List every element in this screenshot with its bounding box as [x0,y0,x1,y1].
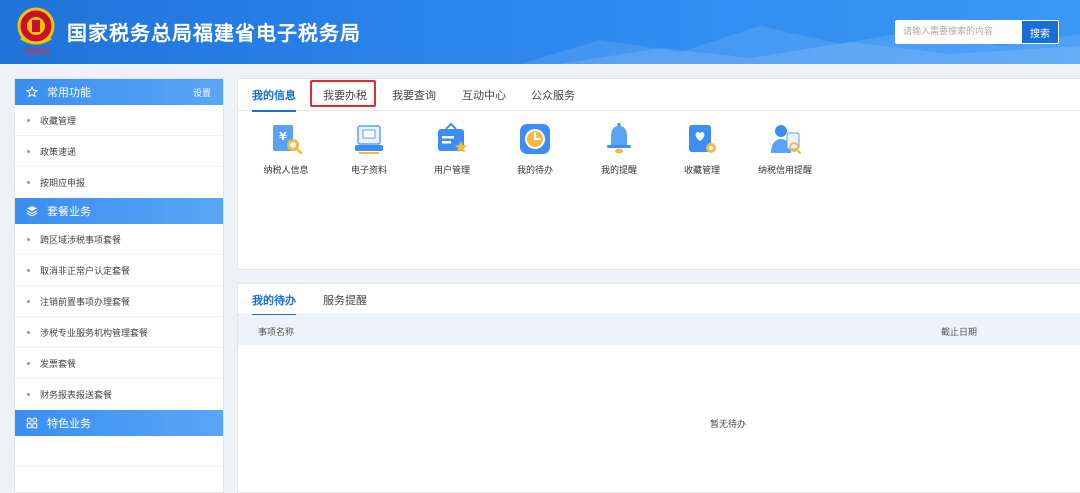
func-label: 用户管理 [433,166,470,176]
site-title: 国家税务总局福建省电子税务局 [67,21,361,45]
sidebar-item-deregistration[interactable]: 注销前置事项办理套餐 [15,286,223,317]
func-user-management[interactable]: 用户管理 [412,121,492,176]
sidebar-item-label: 取消非正常户认定套餐 [40,266,131,277]
svg-text:中国税务: 中国税务 [22,48,51,56]
sidebar-section-title: 套餐业务 [47,205,91,218]
sidebar-item-cancel-abnormal[interactable]: 取消非正常户认定套餐 [15,255,223,286]
sidebar-item-label: 注销前置事项办理套餐 [40,297,131,308]
tab-my-todo[interactable]: 我的待办 [252,284,296,316]
highlight-box [310,80,376,107]
column-item-name: 事项名称 [258,328,295,338]
func-label: 电子资料 [350,166,387,176]
bullet-icon [27,299,30,303]
user-management-icon [438,122,467,153]
func-taxpayer-info[interactable]: ¥ 纳税人信息 [246,121,326,176]
sidebar-item-financial-report[interactable]: 财务报表报送套餐 [15,379,223,410]
bullet-icon [27,268,30,272]
column-deadline: 截止日期 [941,328,978,338]
settings-link[interactable]: 设置 [193,86,211,99]
sidebar-item-label: 跨区域涉税事项套餐 [40,235,122,246]
search-button[interactable]: 搜索 [1021,20,1059,44]
tab-my-info[interactable]: 我的信息 [252,79,296,112]
search-input[interactable] [895,20,1021,44]
bullet-icon [27,361,30,365]
star-outline-icon [25,85,39,99]
bullet-icon [27,330,30,334]
sidebar-item-label: 政策速递 [40,147,77,158]
sidebar-item-label: 财务报表报送套餐 [40,391,113,401]
svg-text:¥: ¥ [279,130,287,143]
site-header: 中国税务 国家税务总局福建省电子税务局 搜索 [0,0,1080,64]
credit-reminder-icon [771,125,801,154]
bullet-icon [27,237,30,241]
sidebar-item-label: 收藏管理 [40,116,77,127]
sidebar-empty-row [15,436,223,467]
func-label: 我的提醒 [600,166,637,176]
sidebar-section-featured[interactable]: 特色业务 [15,410,223,436]
sidebar-item-service-agency[interactable]: 涉税专业服务机构管理套餐 [15,317,223,348]
clock-todo-icon [520,124,550,154]
todo-tabs: 我的待办 服务提醒 [238,284,1080,316]
sidebar-section-title: 特色业务 [47,417,91,430]
layers-icon [25,204,39,218]
tab-interaction-center[interactable]: 互动中心 [462,79,506,111]
sidebar-section-common[interactable]: 常用功能 设置 [15,79,223,105]
func-label: 纳税信用提醒 [757,166,812,176]
func-electronic-data[interactable]: 电子资料 [329,121,409,176]
tab-service-reminder[interactable]: 服务提醒 [323,284,367,315]
sidebar-item-invoice[interactable]: 发票套餐 [15,348,223,379]
sidebar-item-label: 按期应申报 [40,179,86,189]
sidebar-section-title: 常用功能 [47,86,91,99]
electronic-data-icon [355,125,383,154]
func-my-todo[interactable]: 我的待办 [495,121,575,176]
taxpayer-info-icon: ¥ [273,125,303,155]
empty-state-text: 暂无待办 [710,420,747,430]
bullet-icon [27,118,30,122]
func-favorites[interactable]: 收藏管理 [662,121,742,176]
sidebar-item-favorites[interactable]: 收藏管理 [15,105,223,136]
func-label: 纳税人信息 [263,166,309,176]
func-label: 收藏管理 [683,166,720,176]
bell-icon [607,123,631,154]
bullet-icon [27,393,30,396]
bullet-icon [27,181,30,184]
sidebar-item-label: 发票套餐 [40,359,77,370]
func-credit-reminder[interactable]: 纳税信用提醒 [745,121,825,176]
sidebar-item-periodic-filing[interactable]: 按期应申报 [15,167,223,198]
bullet-icon [27,149,30,153]
sidebar-section-packages[interactable]: 套餐业务 [15,198,223,224]
grid-icon [25,416,39,430]
sidebar-item-cross-region[interactable]: 跨区域涉税事项套餐 [15,224,223,255]
todo-panel: 我的待办 服务提醒 事项名称 截止日期 暂无待办 [237,283,1080,493]
todo-table-header: 事项名称 截止日期 [238,315,1080,345]
tab-public-service[interactable]: 公众服务 [531,79,575,111]
sidebar-item-policy[interactable]: 政策速递 [15,136,223,167]
func-label: 我的待办 [516,166,553,176]
tax-emblem-logo: 中国税务 [17,7,55,56]
sidebar-item-label: 涉税专业服务机构管理套餐 [40,328,149,339]
tab-query[interactable]: 我要查询 [392,79,436,111]
favorites-icon [689,125,716,153]
func-my-reminder[interactable]: 我的提醒 [579,121,659,176]
sidebar: 常用功能 设置 收藏管理 政策速递 按期应申报 套餐业务 跨区域涉税事项套餐 取… [14,78,224,493]
